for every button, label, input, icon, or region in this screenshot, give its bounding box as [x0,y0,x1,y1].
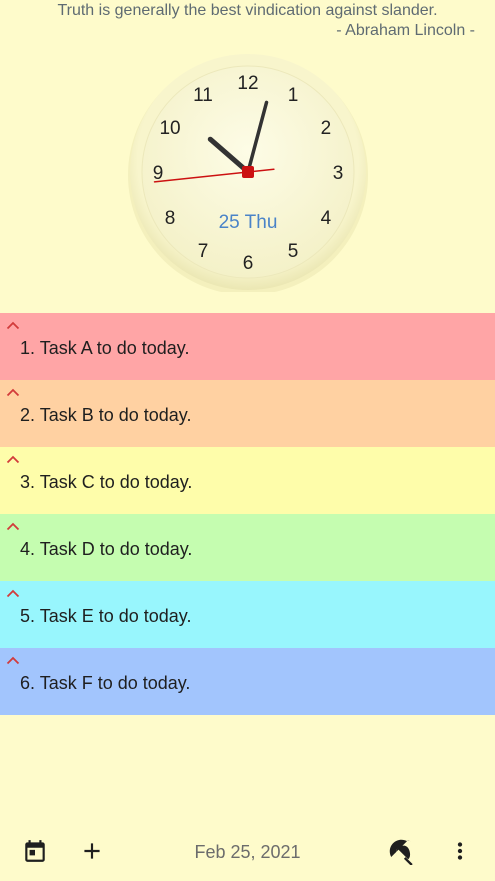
clock-numeral: 7 [198,241,209,262]
clock-numeral: 8 [165,208,176,229]
clock-numeral: 3 [333,163,344,184]
chevron-up-icon[interactable] [6,455,20,464]
bottom-toolbar: Feb 25, 2021 [0,822,495,881]
clock-numeral: 11 [193,85,213,106]
clock-numeral: 1 [288,85,299,106]
more-options-button[interactable] [445,836,475,866]
chevron-up-icon[interactable] [6,388,20,397]
task-row[interactable]: 3. Task C to do today. [0,447,495,514]
clock-numeral: 5 [288,241,299,262]
task-row[interactable]: 4. Task D to do today. [0,514,495,581]
clock-numeral: 12 [237,73,258,94]
task-label: 4. Task D to do today. [20,539,193,559]
task-label: 6. Task F to do today. [20,673,191,693]
weather-button[interactable] [386,836,416,866]
task-list: 1. Task A to do today. 2. Task B to do to… [0,313,495,715]
clock-numeral: 4 [321,208,332,229]
chevron-up-icon[interactable] [6,522,20,531]
quote-author: - Abraham Lincoln - [336,22,475,39]
more-vert-icon [457,842,463,860]
chevron-up-icon[interactable] [6,589,20,598]
task-label: 2. Task B to do today. [20,405,192,425]
task-label: 1. Task A to do today. [20,338,190,358]
clock-numeral: 2 [321,118,332,139]
chevron-up-icon[interactable] [6,656,20,665]
task-label: 5. Task E to do today. [20,606,192,626]
chevron-up-icon[interactable] [6,321,20,330]
task-row[interactable]: 6. Task F to do today. [0,648,495,715]
umbrella-icon [389,839,413,865]
quote-text: Truth is generally the best vindication … [57,2,438,19]
task-row[interactable]: 1. Task A to do today. [0,313,495,380]
task-row[interactable]: 5. Task E to do today. [0,581,495,648]
task-row[interactable]: 2. Task B to do today. [0,380,495,447]
current-date[interactable]: Feb 25, 2021 [0,841,495,863]
clock-numeral: 6 [243,253,254,274]
clock-center-cap [242,166,254,178]
clock-numeral: 10 [159,118,180,139]
clock-face: 12123456789101125 Thu [128,54,368,292]
analog-clock[interactable]: 12 1 2 3 4 5 6 7 8 9 10 11 25 Thu [128,52,368,292]
clock-date-label: 25 Thu [219,212,278,233]
task-label: 3. Task C to do today. [20,472,193,492]
